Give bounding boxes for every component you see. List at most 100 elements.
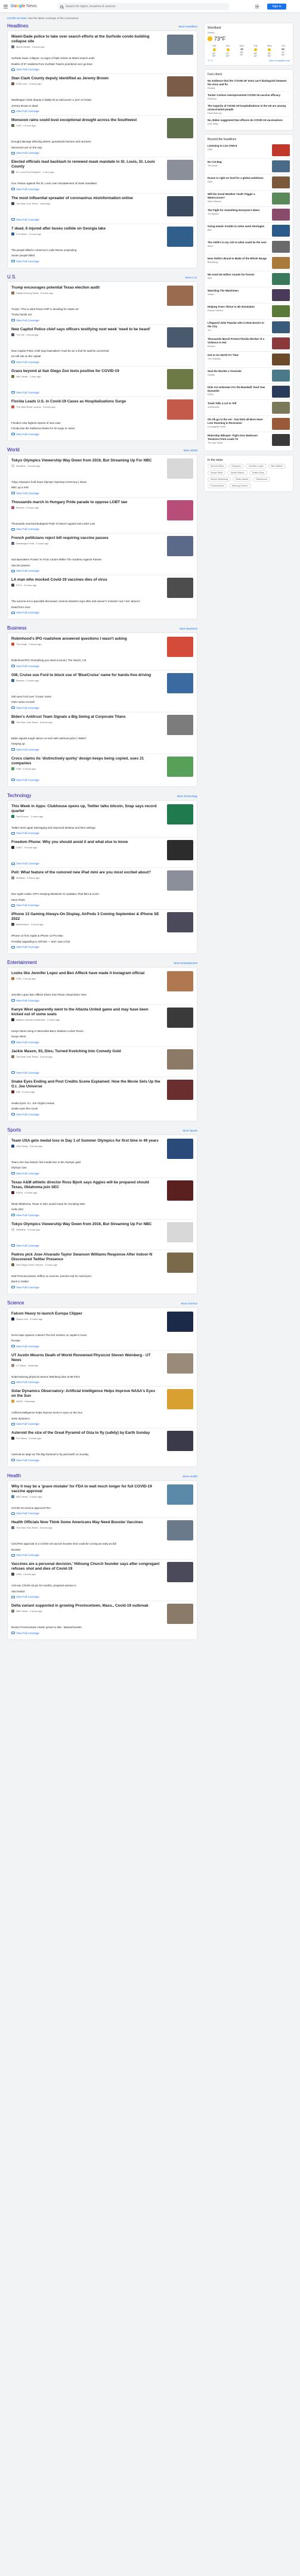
story-source[interactable]: NBC News (16, 1610, 28, 1613)
related-headline[interactable]: NASA taps SpaceX contract The first miss… (11, 1334, 193, 1338)
section-title[interactable]: Health (7, 1473, 21, 1478)
story-source[interactable]: Reuters (16, 679, 24, 682)
story-thumbnail[interactable] (167, 1252, 193, 1273)
related-headline[interactable]: Thousands marched Budapest Pride To Marc… (11, 522, 193, 526)
beyond-thumbnail[interactable] (272, 209, 290, 221)
full-coverage-link[interactable]: View Full Coverage (11, 1381, 193, 1384)
beyond-headline[interactable]: No Cat Bag (208, 160, 267, 164)
related-headline[interactable]: Gov. Parson against the St. Louis over r… (11, 182, 193, 186)
beyond-thumbnail[interactable] (272, 225, 290, 237)
related-headline[interactable]: Dead from virus (11, 606, 193, 610)
fact-check-headline[interactable]: Tucker Carlson misrepresented COVID-19 v… (208, 94, 290, 97)
story-headline[interactable]: Grass beyond at San Diego Zoo tests posi… (11, 369, 160, 374)
related-headline[interactable]: Booster (11, 1548, 193, 1552)
beyond-headline[interactable]: Ridership Whisper: Fight Over Bedroom Te… (208, 434, 267, 441)
story-source[interactable]: KOIN.com (16, 82, 27, 85)
related-headline[interactable]: Solar dynamics (11, 1417, 193, 1421)
beyond-headline[interactable]: Kids Are Unknown For the Baseball 'Soul'… (208, 386, 267, 393)
story-source[interactable]: CNN (16, 767, 21, 770)
beyond-headline[interactable]: Seal the Worlds a Yosemite (208, 370, 267, 373)
full-coverage-link[interactable]: View Full Coverage (11, 1286, 193, 1289)
beyond-thumbnail[interactable] (272, 257, 290, 269)
related-headline[interactable]: Surfside tower collapse: As signs of fat… (11, 57, 193, 61)
beyond-headlines-item[interactable]: We need 26 million rounds for forests NPR (208, 271, 290, 287)
related-headline[interactable]: Kanye West (11, 1035, 193, 1039)
story-thumbnail[interactable] (167, 840, 193, 860)
related-headline[interactable]: Anti-vax COVID-19 pin for months, pregna… (11, 1584, 193, 1588)
full-coverage-link[interactable]: View Full Coverage (11, 319, 193, 322)
topic-chip[interactable]: Provincetown (208, 483, 227, 488)
full-coverage-link[interactable]: View Full Coverage (11, 999, 193, 1002)
beyond-headlines-item[interactable]: How Stella's Brand Is Made of the Whole … (208, 255, 290, 271)
related-headline[interactable]: Possibly upgrading to AirPods — and I wa… (11, 940, 193, 944)
story-source[interactable]: Miami Herald (16, 45, 30, 48)
full-coverage-link[interactable]: View Full Coverage (11, 68, 193, 71)
full-coverage-link[interactable]: View Full Coverage (11, 1459, 193, 1462)
beyond-thumbnail[interactable] (272, 370, 290, 382)
story-thumbnail[interactable] (167, 536, 193, 556)
story-source[interactable]: Fox News (16, 233, 27, 235)
section-title[interactable]: Technology (7, 793, 31, 798)
full-coverage-link[interactable]: View Full Coverage (11, 748, 193, 751)
related-headline[interactable]: Biden signals tough stance on tech with … (11, 737, 193, 741)
story-thumbnail[interactable] (167, 1520, 193, 1540)
topic-chip[interactable]: Snake Eyes (249, 470, 267, 475)
related-headline[interactable]: Robinhood IPO: Everything you need to kn… (11, 659, 193, 663)
related-headline[interactable]: Artificial intelligence helps improve NA… (11, 1411, 193, 1415)
beyond-thumbnail[interactable] (272, 176, 290, 188)
story-headline[interactable]: Falcon Heavy to launch Europa Clipper (11, 1312, 160, 1316)
story-headline[interactable]: Robinhood's IPO roadshow answered questi… (11, 637, 160, 641)
beyond-headlines-item[interactable]: No Cat Bag The Verge (208, 159, 290, 175)
full-coverage-link[interactable]: View Full Coverage (11, 1041, 193, 1044)
section-more-link[interactable]: More Health (183, 1475, 197, 1478)
full-coverage-link[interactable]: View Full Coverage (11, 1554, 193, 1557)
full-coverage-link[interactable]: View Full Coverage (11, 528, 193, 531)
full-coverage-link[interactable]: View Full Coverage (11, 260, 193, 263)
beyond-thumbnail[interactable] (272, 418, 290, 430)
related-headline[interactable]: New Capitol Police chief says lawmakers'… (11, 349, 193, 354)
beyond-thumbnail[interactable] (272, 273, 290, 285)
full-coverage-link[interactable]: View Full Coverage (11, 433, 193, 436)
story-thumbnail[interactable] (167, 160, 193, 180)
full-coverage-link[interactable]: View Full Coverage (11, 1512, 193, 1515)
story-headline[interactable]: Crocs claims its 'distinctively quirky' … (11, 757, 160, 766)
beyond-headlines-item[interactable]: Will the Good Weather Youth Trigger a Wa… (208, 191, 290, 207)
beyond-headline[interactable]: Listening to Live CNN 6 (208, 144, 267, 148)
section-title[interactable]: World (7, 447, 20, 452)
story-thumbnail[interactable] (167, 1180, 193, 1201)
related-headline[interactable]: NBC up a mile (11, 486, 193, 490)
beyond-headline[interactable]: Got to Go North It's Time (208, 354, 267, 357)
story-headline[interactable]: Jackie Mason, 93, Dies; Turned Kvetching… (11, 1049, 160, 1054)
section-more-link[interactable]: More Business (180, 627, 197, 630)
weather-more-link[interactable]: More on weather.com (269, 60, 290, 62)
unit-toggle[interactable]: °F °C (208, 60, 213, 62)
story-thumbnail[interactable] (167, 1431, 193, 1451)
full-coverage-link[interactable]: View Full Coverage (11, 361, 193, 364)
story-thumbnail[interactable] (167, 399, 193, 420)
beyond-headlines-item[interactable]: The Fight for Something Everyone's Been T… (208, 207, 290, 223)
sign-in-button[interactable]: Sign in (267, 4, 286, 10)
story-thumbnail[interactable] (167, 196, 193, 216)
story-headline[interactable]: Looks like Jennifer Lopez and Ben Afflec… (11, 971, 160, 976)
full-coverage-link[interactable]: View Full Coverage (11, 110, 193, 113)
story-headline[interactable]: Tokyo Olympics Viewership Way Down from … (11, 1222, 160, 1227)
story-thumbnail[interactable] (167, 756, 193, 777)
google-apps-icon[interactable] (255, 5, 259, 8)
section-title[interactable]: U.S. (7, 274, 17, 280)
beyond-headlines-item[interactable]: Dusse to right on food for a global ambi… (208, 175, 290, 191)
story-thumbnail[interactable] (167, 1079, 193, 1100)
story-source[interactable]: Deadline (16, 464, 26, 467)
beyond-thumbnail[interactable] (272, 289, 290, 301)
full-coverage-link[interactable]: View Full Coverage (11, 1345, 193, 1348)
search-icon[interactable] (60, 5, 63, 8)
related-headline[interactable]: Vaccine passes (11, 564, 193, 568)
story-headline[interactable]: Health Officials Now Think Some American… (11, 1520, 160, 1525)
related-headline[interactable]: Jeremy Brown is dead (11, 104, 193, 109)
story-thumbnail[interactable] (167, 637, 193, 657)
story-headline[interactable]: Padres pick Jose Alvarado Taylor Swanson… (11, 1253, 160, 1262)
story-source[interactable]: Reuters (16, 506, 24, 509)
beyond-headline[interactable]: The child's in my rich to what could be … (208, 241, 267, 244)
beyond-headline[interactable]: Oh Oh go in the sol - San Dish all More … (208, 418, 267, 425)
story-source[interactable]: Fox News (16, 1437, 27, 1440)
beyond-thumbnail[interactable] (272, 354, 290, 365)
